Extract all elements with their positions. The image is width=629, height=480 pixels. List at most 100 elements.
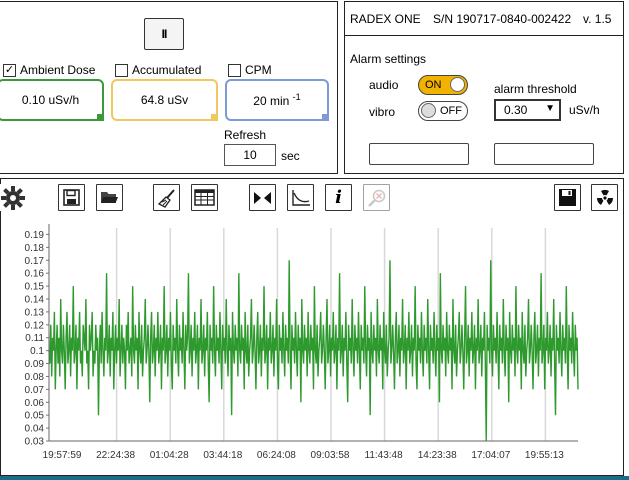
radiation-icon (596, 189, 613, 205)
save-button[interactable] (58, 184, 85, 211)
status-field-right[interactable] (494, 143, 594, 165)
y-tick-label: 0.03 (25, 437, 45, 448)
status-field-left[interactable] (369, 143, 469, 165)
alarm-settings-title: Alarm settings (350, 52, 427, 66)
alarm-threshold-value: 0.30 (504, 103, 528, 117)
chevron-down-icon: ▼ (545, 103, 555, 114)
open-button[interactable] (96, 184, 123, 211)
y-tick-label: 0.04 (25, 424, 45, 435)
audio-label: audio (369, 78, 399, 92)
series-line (48, 260, 579, 442)
ambient-dose-label: Ambient Dose (20, 63, 96, 77)
cpm-value: 20 min -1 (253, 92, 300, 108)
clear-button[interactable] (153, 184, 180, 211)
y-tick-label: 0.06 (25, 398, 45, 409)
save-dark-icon (559, 189, 576, 206)
ambient-dose-checkbox-row[interactable]: ✓ Ambient Dose (3, 63, 95, 77)
chart-toolbar: i (0, 178, 624, 214)
ambient-color-marker (97, 114, 104, 121)
ambient-dose-value: 0.10 uSv/h (21, 93, 80, 107)
y-tick-label: 0.1 (30, 346, 44, 357)
audio-toggle-state: ON (425, 79, 442, 91)
x-tick-label: 14:23:38 (418, 450, 457, 461)
dose-chart-panel: 0.19 0.18 0.17 0.16 0.15 0.14 0.13 0.12 0.11 0.1 0… (0, 214, 624, 476)
x-tick-label: 06:24:08 (257, 450, 296, 461)
vibro-toggle[interactable]: OFF (418, 101, 468, 121)
cpm-value-box: 20 min -1 (225, 79, 329, 121)
y-tick-label: 0.16 (25, 269, 45, 280)
accumulated-checkbox[interactable] (115, 63, 128, 77)
pause-button[interactable]: II (144, 18, 184, 50)
cpm-color-marker (322, 114, 329, 121)
accumulated-checkbox-row[interactable]: Accumulated (115, 63, 201, 77)
y-tick-label: 0.13 (25, 307, 45, 318)
fit-icon (254, 191, 271, 204)
y-tick-label: 0.11 (25, 333, 44, 344)
zoom-reset-button[interactable] (363, 184, 390, 211)
alarm-threshold-label: alarm threshold (494, 82, 577, 96)
broom-icon (157, 188, 175, 208)
cpm-value-text: 20 min (253, 94, 290, 108)
x-tick-label: 19:57:59 (43, 450, 82, 461)
accumulated-color-marker (211, 114, 218, 121)
device-name: RADEX ONE (350, 12, 421, 26)
y-tick-label: 0.18 (25, 243, 45, 254)
open-folder-icon (101, 192, 118, 203)
pause-icon: II (161, 27, 168, 41)
accumulated-value: 64.8 uSv (140, 93, 189, 107)
accumulated-label: Accumulated (132, 63, 202, 77)
table-icon (194, 189, 215, 206)
accumulated-value-box: 64.8 uSv (111, 79, 218, 121)
export-button[interactable] (554, 184, 581, 211)
cpm-label: CPM (245, 63, 272, 77)
refresh-label: Refresh (224, 128, 267, 142)
x-tick-label: 22:24:38 (96, 450, 135, 461)
y-tick-label: 0.15 (25, 282, 45, 293)
table-button[interactable] (191, 184, 218, 211)
settings-button[interactable] (0, 184, 26, 211)
zoom-reset-icon (367, 189, 385, 207)
y-tick-label: 0.07 (25, 385, 45, 396)
alarm-threshold-select[interactable]: 0.30 ▼ (494, 99, 561, 121)
curve-icon (291, 189, 310, 206)
divider (345, 35, 623, 36)
refresh-input[interactable]: 10 (224, 144, 276, 166)
device-version: v. 1.5 (583, 12, 612, 26)
refresh-unit: sec (281, 149, 300, 163)
x-tick-label: 09:03:58 (311, 450, 350, 461)
radex-app-window: II ✓ Ambient Dose Accumulated CPM 0.10 u… (0, 0, 629, 480)
dose-rate-chart[interactable]: 0.19 0.18 0.17 0.16 0.15 0.140.13 0.12 0.11 0.1 0… (1, 214, 625, 476)
curve-button[interactable] (287, 184, 314, 211)
y-tick-label: 0.19 (25, 230, 45, 241)
cpm-checkbox-row[interactable]: CPM (228, 63, 272, 77)
x-tick-label: 01:04:28 (150, 450, 189, 461)
audio-toggle[interactable]: ON (418, 75, 468, 95)
radiation-button[interactable] (591, 184, 618, 211)
x-tick-label: 03:44:18 (203, 450, 242, 461)
vibro-toggle-state: OFF (440, 105, 462, 117)
y-tick-label: 0.14 (25, 295, 45, 306)
cpm-value-exponent: -1 (292, 92, 301, 102)
ambient-dose-checkbox[interactable]: ✓ (3, 63, 16, 77)
info-button[interactable]: i (325, 184, 352, 211)
vibro-label: vibro (369, 105, 396, 119)
alarm-threshold-unit: uSv/h (569, 103, 600, 117)
x-tick-label: 11:43:48 (365, 450, 404, 461)
y-tick-label: 0.08 (25, 372, 45, 383)
save-icon (63, 189, 80, 206)
ambient-dose-value-box: 0.10 uSv/h (0, 79, 104, 121)
y-tick-label: 0.12 (25, 320, 45, 331)
toggle-knob (450, 77, 465, 92)
status-bar (0, 476, 629, 480)
y-tick-label: 0.17 (25, 256, 45, 267)
x-tick-label: 19:55:13 (525, 450, 564, 461)
toggle-knob (421, 103, 436, 118)
cpm-checkbox[interactable] (228, 63, 241, 77)
device-serial: S/N 190717-0840-002422 (433, 12, 572, 26)
device-panel: RADEX ONE S/N 190717-0840-002422 v. 1.5 … (344, 1, 624, 174)
measurement-panel: II ✓ Ambient Dose Accumulated CPM 0.10 u… (0, 1, 338, 174)
fit-button[interactable] (249, 184, 276, 211)
y-tick-label: 0.05 (25, 411, 45, 422)
info-icon: i (335, 187, 342, 208)
gear-icon (0, 185, 25, 210)
